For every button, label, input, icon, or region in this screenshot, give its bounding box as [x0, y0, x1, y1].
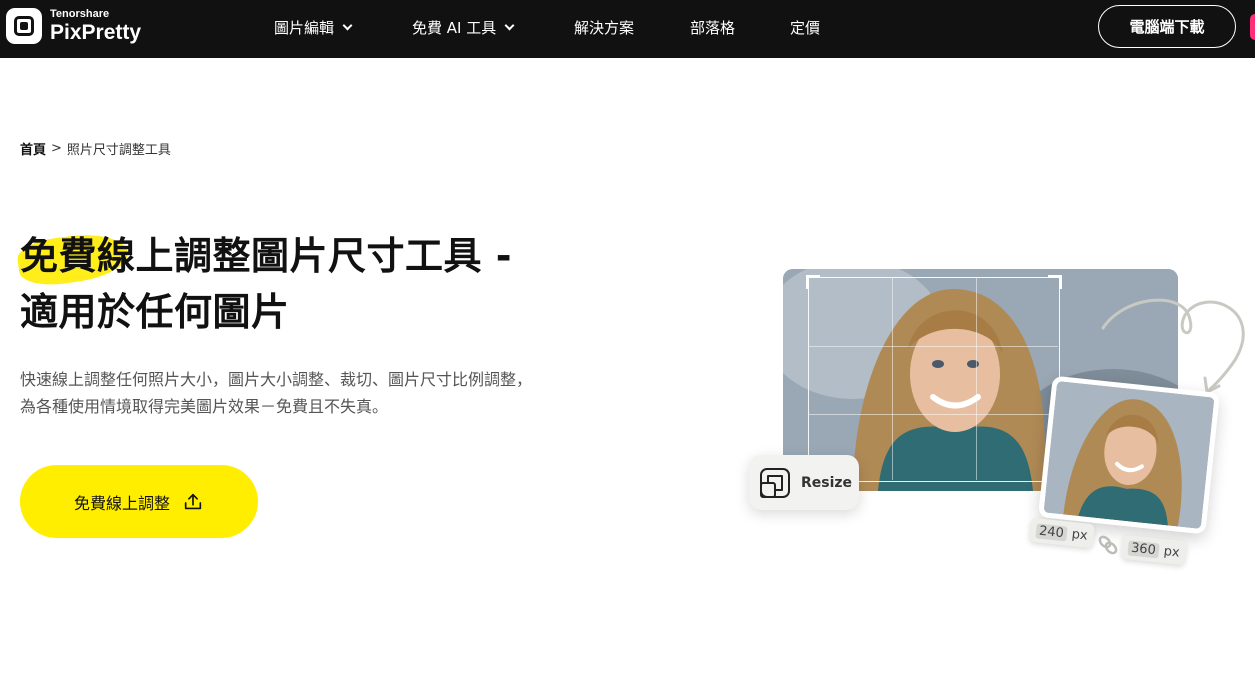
nav-item-blog[interactable]: 部落格 — [690, 17, 735, 38]
hero-description: 快速線上調整任何照片大小，圖片大小調整、裁切、圖片尺寸比例調整，為各種使用情境取… — [20, 370, 533, 416]
cta-label: 免費線上調整 — [73, 493, 170, 513]
chevron-down-icon — [504, 20, 515, 30]
desktop-download-button[interactable]: 電腦端下載 — [1098, 5, 1236, 48]
breadcrumb: 首頁 > 照片尺寸調整工具 — [20, 139, 171, 158]
nav-label: 免費 AI 工具 — [412, 19, 497, 37]
width-value: 240 — [1035, 522, 1068, 541]
width-value-chip[interactable]: 240 px — [1028, 517, 1095, 549]
woman-portrait-small-image — [1043, 381, 1215, 529]
nav-item-pricing[interactable]: 定價 — [790, 17, 820, 38]
pixpretty-logo-icon — [6, 8, 42, 44]
link-icon[interactable] — [1098, 535, 1118, 555]
crop-frame[interactable] — [806, 275, 1062, 484]
resize-label: Resize — [801, 474, 853, 491]
resized-photo — [1038, 375, 1220, 535]
nav-label: 定價 — [790, 19, 821, 37]
height-unit: px — [1162, 543, 1181, 561]
nav-label: 部落格 — [690, 19, 736, 37]
free-resize-upload-button[interactable]: 免費線上調整 — [20, 465, 258, 538]
breadcrumb-current: 照片尺寸調整工具 — [66, 143, 171, 158]
page-title: 免費線上調整圖片尺寸工具 - 適用於任何圖片 — [20, 228, 660, 340]
nav-item-solutions[interactable]: 解決方案 — [574, 17, 634, 38]
nav-label: 圖片編輯 — [274, 19, 335, 37]
nav-item-image-editing[interactable]: 圖片編輯 — [274, 17, 353, 38]
breadcrumb-home-link[interactable]: 首頁 — [20, 139, 46, 158]
brand-subtitle: Tenorshare — [50, 8, 110, 20]
page-title-line1: 免費線上調整圖片尺寸工具 - — [20, 234, 513, 278]
page-title-line2: 適用於任何圖片 — [20, 290, 290, 334]
resize-tool-card[interactable]: Resize — [749, 455, 859, 510]
partial-avatar[interactable] — [1250, 14, 1255, 40]
brand-name: PixPretty — [50, 21, 142, 44]
nav-item-free-ai-tools[interactable]: 免費 AI 工具 — [412, 17, 515, 38]
breadcrumb-separator: > — [51, 141, 62, 156]
width-unit: px — [1070, 526, 1089, 544]
chevron-down-icon — [342, 20, 353, 30]
height-value: 360 — [1127, 539, 1160, 558]
upload-icon — [184, 493, 202, 509]
nav-label: 解決方案 — [574, 19, 635, 37]
resize-icon — [760, 467, 790, 498]
top-navigation-bar: Tenorshare PixPretty 圖片編輯 免費 AI 工具 解決方案 … — [0, 0, 1255, 58]
brand-logo[interactable]: Tenorshare PixPretty — [6, 8, 141, 44]
height-value-chip[interactable]: 360 px — [1120, 534, 1187, 566]
